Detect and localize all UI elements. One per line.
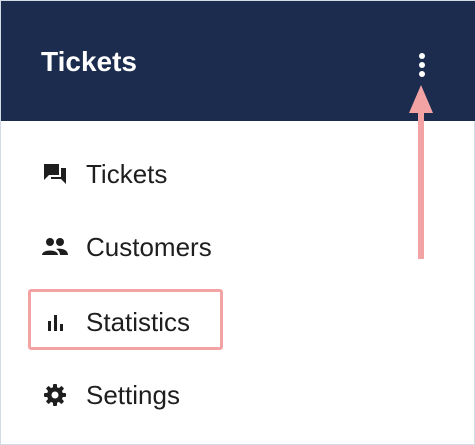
app-window: Tickets Tickets Customers Statistics Set…	[0, 0, 475, 445]
menu-item-tickets[interactable]: Tickets	[41, 152, 167, 196]
highlight-box	[28, 289, 223, 350]
annotation-arrow	[409, 85, 433, 259]
gear-icon	[41, 381, 69, 409]
menu-item-customers[interactable]: Customers	[41, 225, 212, 269]
menu-item-label: Customers	[86, 232, 212, 262]
forum-icon	[41, 160, 69, 188]
menu-item-label: Tickets	[86, 159, 168, 189]
menu-item-label: Settings	[86, 380, 180, 410]
menu-item-settings[interactable]: Settings	[41, 373, 180, 417]
people-icon	[41, 233, 69, 261]
more-vertical-icon	[419, 53, 425, 77]
more-options-button[interactable]	[405, 45, 439, 85]
app-bar-title: Tickets	[41, 46, 137, 77]
